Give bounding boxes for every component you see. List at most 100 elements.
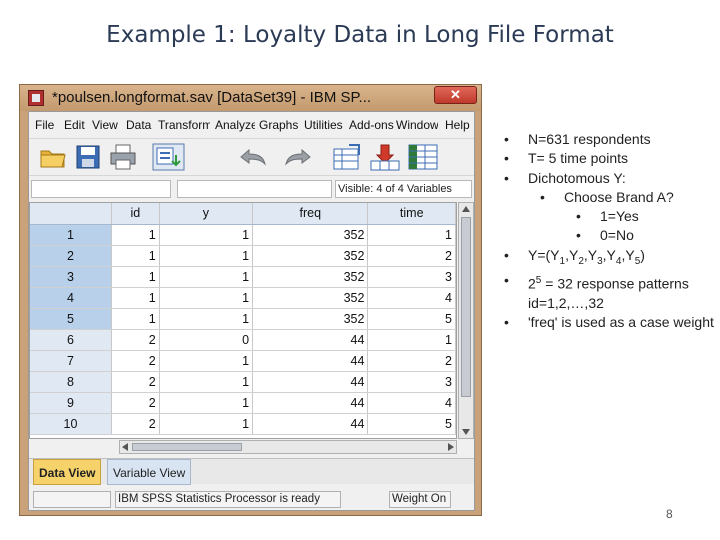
menu-transform[interactable]: Transform [158,118,210,132]
column-header-time[interactable]: time [367,203,456,225]
menu-utilities[interactable]: Utilities [304,118,346,132]
cell-y[interactable]: 1 [159,245,254,267]
cell-y[interactable]: 0 [159,329,254,351]
table-row[interactable]: 10 2 1 44 5 [30,413,456,435]
table-row[interactable]: 8 2 1 44 3 [30,371,456,393]
cell-id[interactable]: 1 [111,287,160,309]
cell-id[interactable]: 1 [111,308,160,330]
cell-time[interactable]: 3 [367,266,456,288]
cell-id[interactable]: 1 [111,245,160,267]
cell-y[interactable]: 1 [159,392,254,414]
table-row[interactable]: 6 2 0 44 1 [30,329,456,351]
close-button[interactable]: ✕ [434,86,477,104]
cell-id[interactable]: 2 [111,413,160,435]
menu-help[interactable]: Help [445,118,473,132]
variables-icon[interactable] [407,143,439,171]
cell-id[interactable]: 2 [111,392,160,414]
redo-icon[interactable] [282,143,314,171]
scroll-up-icon[interactable] [462,206,470,212]
corner-cell[interactable] [30,203,112,225]
cell-time[interactable]: 1 [367,224,456,246]
table-row[interactable]: 3 1 1 352 3 [30,266,456,288]
cell-freq[interactable]: 44 [252,350,369,372]
table-row[interactable]: 1 1 1 352 1 [30,224,456,246]
scroll-right-icon[interactable] [448,443,454,451]
cell-y[interactable]: 1 [159,413,254,435]
cell-time[interactable]: 4 [367,392,456,414]
cell-freq[interactable]: 352 [252,224,369,246]
menu-data[interactable]: Data [126,118,151,132]
row-header[interactable]: 1 [30,224,112,246]
cell-y[interactable]: 1 [159,287,254,309]
table-row[interactable]: 9 2 1 44 4 [30,392,456,414]
row-header[interactable]: 4 [30,287,112,309]
cell-time[interactable]: 2 [367,350,456,372]
vertical-scrollbar[interactable] [458,202,474,439]
cell-id[interactable]: 2 [111,329,160,351]
menu-edit[interactable]: Edit [64,118,85,132]
cell-time[interactable]: 4 [367,287,456,309]
cell-freq[interactable]: 44 [252,413,369,435]
dialog-recall-icon[interactable] [152,143,185,171]
horizontal-scrollbar[interactable] [119,440,457,454]
cell-id[interactable]: 2 [111,371,160,393]
row-header[interactable]: 3 [30,266,112,288]
tab-variable-view[interactable]: Variable View [107,459,192,485]
menu-addons[interactable]: Add-ons [349,118,394,132]
cell-id[interactable]: 2 [111,350,160,372]
row-header[interactable]: 6 [30,329,112,351]
row-header[interactable]: 10 [30,413,112,435]
save-icon[interactable] [74,143,102,171]
cell-y[interactable]: 1 [159,371,254,393]
cell-freq[interactable]: 44 [252,371,369,393]
menu-view[interactable]: View [92,118,118,132]
tab-data-view[interactable]: Data View [33,459,102,485]
print-icon[interactable] [109,143,137,171]
horizontal-scroll-thumb[interactable] [132,443,242,451]
row-header[interactable]: 7 [30,350,112,372]
row-header[interactable]: 2 [30,245,112,267]
table-row[interactable]: 7 2 1 44 2 [30,350,456,372]
cell-y[interactable]: 1 [159,350,254,372]
column-header-id[interactable]: id [111,203,160,225]
cell-value-field[interactable] [177,180,332,198]
goto-case-icon[interactable] [331,143,363,171]
row-header[interactable]: 8 [30,371,112,393]
cell-y[interactable]: 1 [159,224,254,246]
cell-freq[interactable]: 44 [252,329,369,351]
menu-file[interactable]: File [35,118,54,132]
bullet-item: • Choose Brand A? [500,188,715,207]
scroll-down-icon[interactable] [462,429,470,435]
table-row[interactable]: 4 1 1 352 4 [30,287,456,309]
menu-analyze[interactable]: Analyze [215,118,255,132]
menu-window[interactable]: Window [396,118,438,132]
cell-id[interactable]: 1 [111,224,160,246]
row-header[interactable]: 9 [30,392,112,414]
undo-icon[interactable] [237,143,269,171]
open-folder-icon[interactable] [39,143,67,171]
table-row[interactable]: 2 1 1 352 2 [30,245,456,267]
vertical-scroll-thumb[interactable] [461,217,471,397]
cell-freq[interactable]: 352 [252,266,369,288]
cell-time[interactable]: 2 [367,245,456,267]
cell-reference-field[interactable] [31,180,171,198]
cell-time[interactable]: 3 [367,371,456,393]
cell-time[interactable]: 5 [367,308,456,330]
scroll-left-icon[interactable] [122,443,128,451]
cell-freq[interactable]: 352 [252,245,369,267]
table-row[interactable]: 5 1 1 352 5 [30,308,456,330]
cell-freq[interactable]: 352 [252,287,369,309]
cell-time[interactable]: 1 [367,329,456,351]
cell-time[interactable]: 5 [367,413,456,435]
cell-freq[interactable]: 352 [252,308,369,330]
row-header[interactable]: 5 [30,308,112,330]
menu-graphs[interactable]: Graphs [259,118,299,132]
goto-variable-icon[interactable] [369,143,401,171]
cell-freq[interactable]: 44 [252,392,369,414]
column-header-y[interactable]: y [159,203,254,225]
cell-y[interactable]: 1 [159,308,254,330]
cell-y[interactable]: 1 [159,266,254,288]
window-titlebar[interactable]: *poulsen.longformat.sav [DataSet39] - IB… [20,85,481,111]
cell-id[interactable]: 1 [111,266,160,288]
column-header-freq[interactable]: freq [252,203,369,225]
